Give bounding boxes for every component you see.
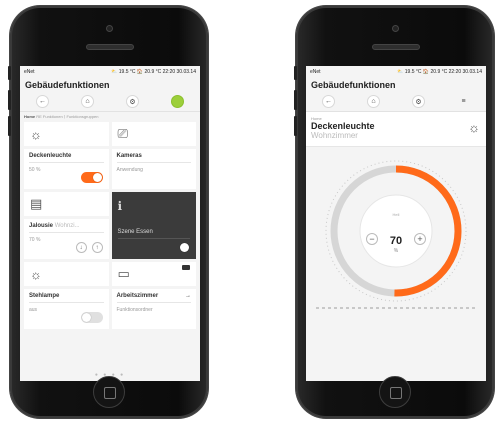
monitor-icon: ▭ <box>117 266 130 281</box>
screen-left: eNet ⛅ 19.5 °C 🏠 20.9 °C 22:20 30.03.14 … <box>20 66 200 381</box>
tile-icon-deckenleuchte[interactable]: ☼ <box>24 122 109 146</box>
plus-button[interactable]: + <box>414 233 426 245</box>
phone-left: eNet ⛅ 19.5 °C 🏠 20.9 °C 22:20 30.03.14 … <box>8 6 208 418</box>
green-status-icon[interactable] <box>171 95 184 108</box>
volume-up <box>8 90 11 110</box>
toggle-knob <box>81 313 91 322</box>
szene-toggle[interactable] <box>168 242 190 253</box>
settings-icon[interactable]: ⚙ <box>412 95 425 108</box>
mute-switch <box>294 66 297 80</box>
tile-deckenleuchte[interactable]: Deckenleuchte 50 % <box>24 149 109 189</box>
tile-icon-kameras[interactable]: ⎚ <box>111 122 196 146</box>
tile-jalousie[interactable]: Jalousie Wohnzi... 70 % ↓ ↑ <box>24 219 109 259</box>
camera-icon: ⎚ <box>117 126 128 141</box>
stage: eNet ⛅ 19.5 °C 🏠 20.9 °C 22:20 30.03.14 … <box>0 0 503 425</box>
tile-label: Arbeitszimmer → <box>116 293 191 303</box>
volume-down <box>294 116 297 136</box>
speaker-grill <box>86 44 134 50</box>
breadcrumb-home[interactable]: Home <box>24 114 35 119</box>
dial-value: 70 <box>389 235 403 247</box>
dimmer-dial[interactable] <box>324 159 468 303</box>
lightbulb-icon: ☼ <box>30 126 42 142</box>
dial-center <box>359 194 433 268</box>
home-button[interactable] <box>93 376 125 408</box>
toggle-knob <box>180 243 189 252</box>
tile-icon-arbeitszimmer[interactable]: ▭ <box>111 262 196 286</box>
front-camera <box>106 25 113 32</box>
settings-icon[interactable]: ⚙ <box>126 95 139 108</box>
bottom-scale <box>316 307 476 309</box>
tile-label: Deckenleuchte <box>29 153 104 163</box>
tile-label-room: Wohnzi... <box>54 223 80 229</box>
tile-kameras[interactable]: Kameras Anwendung <box>111 149 196 189</box>
nav-bar: ← ⌂ ⚙ <box>20 92 200 112</box>
lightbulb-icon: ☼ <box>30 266 42 282</box>
breadcrumb-path: RE Funktionen ⟩ Funktionsgruppen <box>35 114 99 119</box>
tile-value: Funktionsordner <box>116 307 153 313</box>
dimmer-panel: Hell − 70 % + <box>306 147 486 317</box>
toggle-knob <box>92 173 102 182</box>
carrier: eNet <box>24 69 35 75</box>
home-button[interactable] <box>379 376 411 408</box>
back-arrow-icon[interactable]: ← <box>36 95 49 108</box>
menu-icon[interactable]: ≡ <box>457 95 470 108</box>
volume-up <box>294 90 297 110</box>
home-icon[interactable]: ⌂ <box>367 95 380 108</box>
up-arrow-button[interactable]: ↑ <box>91 242 103 253</box>
speaker-grill <box>372 44 420 50</box>
app-title: Gebäudefunktionen <box>20 78 200 92</box>
deckenleuchte-toggle[interactable] <box>80 172 103 183</box>
status-bar: eNet ⛅ 19.5 °C 🏠 20.9 °C 22:20 30.03.14 <box>306 66 486 78</box>
phone-right: eNet ⛅ 19.5 °C 🏠 20.9 °C 22:20 30.03.14 … <box>294 6 494 418</box>
blind-icon: ▤ <box>30 196 43 211</box>
tile-icon-stehlampe[interactable]: ☼ <box>24 262 109 286</box>
cutlery-icon: ℹ <box>117 199 123 213</box>
badge-icon <box>182 265 190 270</box>
tile-label: Szene Essen <box>117 229 190 239</box>
detail-header: Home Deckenleuchte Wohnzimmer ☼ <box>306 112 486 147</box>
nav-bar: ← ⌂ ⚙ ≡ <box>306 92 486 112</box>
mute-switch <box>8 66 11 80</box>
tile-stehlampe[interactable]: Stehlampe aus <box>24 289 109 329</box>
device-name: Deckenleuchte <box>311 121 375 131</box>
status-info: ⛅ 19.5 °C 🏠 20.9 °C 22:20 30.03.14 <box>111 69 196 75</box>
tile-label: Stehlampe <box>29 293 104 303</box>
arrow-right-icon: → <box>185 293 191 299</box>
tile-icon-jalousie[interactable]: ▤ <box>24 192 109 216</box>
tile-label-main: Arbeitszimmer <box>116 293 159 299</box>
breadcrumb: Home RE Funktionen ⟩ Funktionsgruppen <box>20 112 200 122</box>
tile-value: 70 % <box>29 237 41 243</box>
screen-right: eNet ⛅ 19.5 °C 🏠 20.9 °C 22:20 30.03.14 … <box>306 66 486 381</box>
down-arrow-button[interactable]: ↓ <box>75 242 87 253</box>
tile-value: Anwendung <box>116 167 143 173</box>
app-title: Gebäudefunktionen <box>306 78 486 92</box>
lightbulb-icon: ☼ <box>468 120 480 135</box>
tile-label: Kameras <box>116 153 191 163</box>
back-arrow-icon[interactable]: ← <box>322 95 335 108</box>
dial-unit: % <box>393 248 399 254</box>
tile-szene-essen[interactable]: ℹ Szene Essen <box>111 192 196 259</box>
room-name: Wohnzimmer <box>311 131 358 140</box>
tile-label-main: Jalousie <box>29 223 54 229</box>
dial-label: Hell <box>392 212 400 217</box>
carrier: eNet <box>310 69 321 75</box>
tile-grid: ☼ ⎚ Deckenleuchte 50 % Kameras Anwendung… <box>20 122 200 329</box>
status-info: ⛅ 19.5 °C 🏠 20.9 °C 22:20 30.03.14 <box>397 69 482 75</box>
front-camera <box>392 25 399 32</box>
stehlampe-toggle[interactable] <box>80 312 103 323</box>
status-bar: eNet ⛅ 19.5 °C 🏠 20.9 °C 22:20 30.03.14 <box>20 66 200 78</box>
tile-label: Jalousie Wohnzi... <box>29 223 104 233</box>
volume-down <box>8 116 11 136</box>
tile-arbeitszimmer[interactable]: Arbeitszimmer → Funktionsordner <box>111 289 196 329</box>
home-icon[interactable]: ⌂ <box>81 95 94 108</box>
